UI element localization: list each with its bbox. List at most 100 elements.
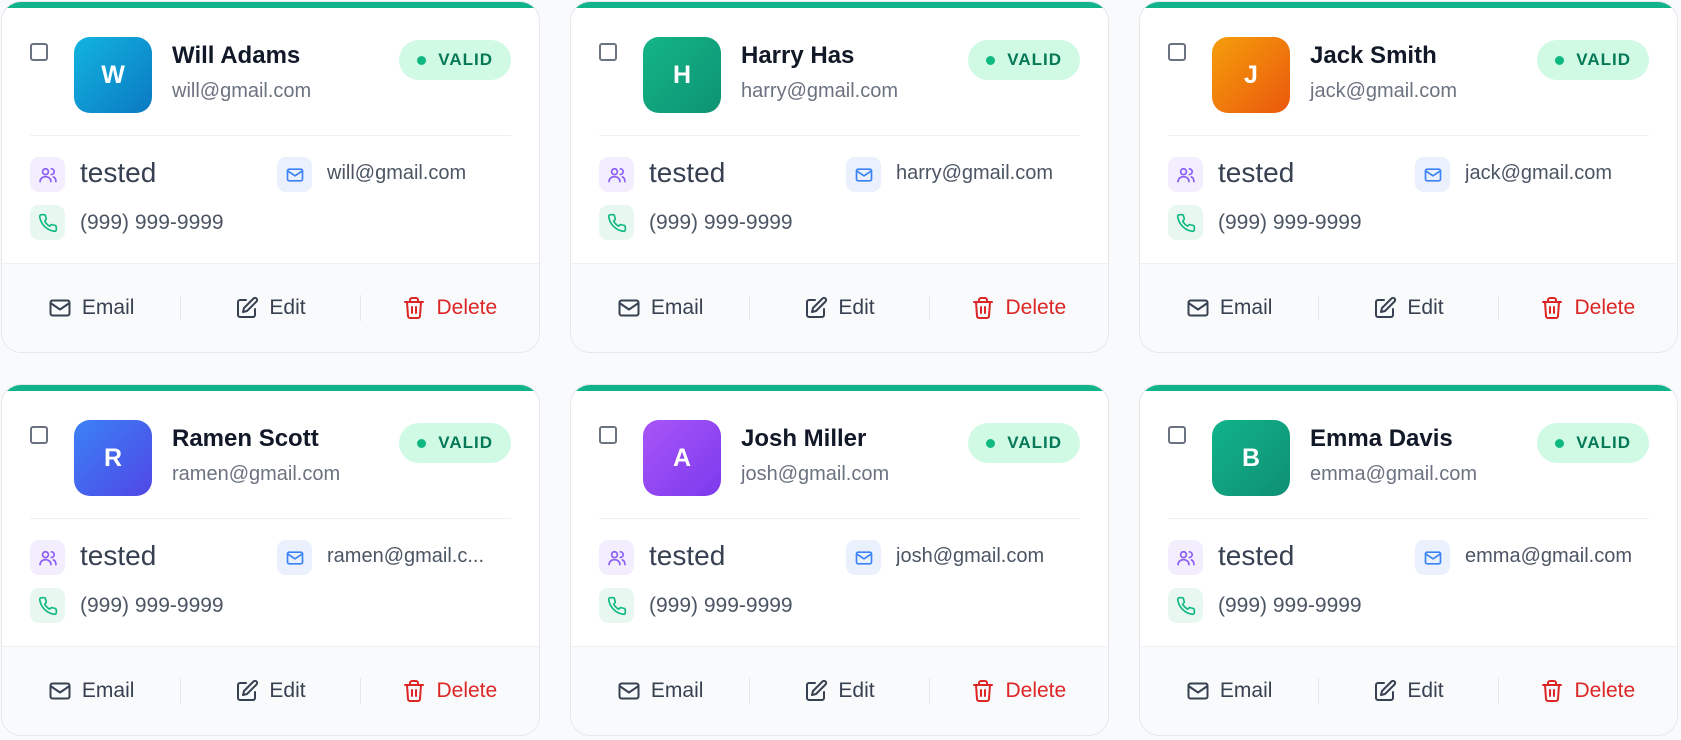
- phone-icon: [1168, 205, 1203, 240]
- card-actions: Email Edit Delete: [571, 646, 1108, 735]
- email-button[interactable]: Email: [1140, 296, 1318, 320]
- status-dot-icon: [1555, 55, 1565, 65]
- card-actions: Email Edit Delete: [1140, 646, 1677, 735]
- contact-email[interactable]: josh@gmail.com: [896, 545, 1096, 568]
- avatar: B: [1212, 420, 1290, 496]
- delete-button[interactable]: Delete: [361, 679, 539, 703]
- contact-email-header: emma@gmail.com: [1310, 463, 1478, 485]
- contact-role: tested: [1218, 157, 1295, 188]
- contact-role: tested: [80, 157, 157, 188]
- contact-email-header: jack@gmail.com: [1310, 80, 1458, 102]
- pencil-square-icon: [804, 296, 828, 320]
- mail-icon: [277, 157, 312, 192]
- mail-icon: [1186, 679, 1210, 703]
- divider: [30, 518, 511, 519]
- contact-email-header: ramen@gmail.com: [172, 463, 341, 485]
- divider: [30, 135, 511, 136]
- status-badge: VALID: [968, 40, 1080, 80]
- email-button[interactable]: Email: [571, 296, 749, 320]
- contact-email[interactable]: jack@gmail.com: [1465, 162, 1665, 185]
- pencil-square-icon: [1373, 296, 1397, 320]
- mail-icon: [48, 296, 72, 320]
- contact-email-header: will@gmail.com: [172, 80, 312, 102]
- divider: [1168, 518, 1649, 519]
- contact-phone[interactable]: (999) 999-9999: [80, 594, 224, 618]
- trash-icon: [402, 296, 426, 320]
- phone-icon: [30, 205, 65, 240]
- delete-button[interactable]: Delete: [361, 296, 539, 320]
- status-dot-icon: [986, 438, 996, 448]
- contact-name: Emma Davis: [1310, 425, 1453, 452]
- contact-card: B Emma Davis emma@gmail.com VALID tested…: [1139, 384, 1678, 736]
- contact-phone[interactable]: (999) 999-9999: [1218, 211, 1362, 235]
- status-badge: VALID: [968, 423, 1080, 463]
- mail-icon: [1415, 157, 1450, 192]
- edit-button[interactable]: Edit: [181, 296, 359, 320]
- contact-card-grid: W Will Adams will@gmail.com VALID tested…: [0, 0, 1681, 740]
- mail-icon: [48, 679, 72, 703]
- pencil-square-icon: [804, 679, 828, 703]
- contact-email[interactable]: ramen@gmail.c...: [327, 545, 527, 568]
- select-checkbox[interactable]: [599, 43, 617, 61]
- contact-card: W Will Adams will@gmail.com VALID tested…: [1, 1, 540, 353]
- edit-button[interactable]: Edit: [750, 679, 928, 703]
- contact-email[interactable]: emma@gmail.com: [1465, 545, 1665, 568]
- status-badge: VALID: [1537, 40, 1649, 80]
- mail-icon: [1186, 296, 1210, 320]
- trash-icon: [971, 296, 995, 320]
- contact-email-header: harry@gmail.com: [741, 80, 899, 102]
- email-button[interactable]: Email: [2, 679, 180, 703]
- select-checkbox[interactable]: [30, 426, 48, 444]
- status-badge: VALID: [399, 40, 511, 80]
- contact-card: J Jack Smith jack@gmail.com VALID tested…: [1139, 1, 1678, 353]
- mail-icon: [846, 157, 881, 192]
- contact-card: A Josh Miller josh@gmail.com VALID teste…: [570, 384, 1109, 736]
- contact-card: R Ramen Scott ramen@gmail.com VALID test…: [1, 384, 540, 736]
- contact-email[interactable]: will@gmail.com: [327, 162, 527, 185]
- delete-button[interactable]: Delete: [1499, 679, 1677, 703]
- contact-role: tested: [649, 157, 726, 188]
- status-badge: VALID: [1537, 423, 1649, 463]
- trash-icon: [1540, 296, 1564, 320]
- status-dot-icon: [1555, 438, 1565, 448]
- email-button[interactable]: Email: [1140, 679, 1318, 703]
- phone-icon: [30, 588, 65, 623]
- users-icon: [599, 157, 634, 192]
- select-checkbox[interactable]: [599, 426, 617, 444]
- card-actions: Email Edit Delete: [1140, 263, 1677, 352]
- email-button[interactable]: Email: [571, 679, 749, 703]
- contact-name: Will Adams: [172, 42, 301, 69]
- status-dot-icon: [986, 55, 996, 65]
- trash-icon: [971, 679, 995, 703]
- delete-button[interactable]: Delete: [930, 296, 1108, 320]
- contact-email[interactable]: harry@gmail.com: [896, 162, 1096, 185]
- contact-name: Ramen Scott: [172, 425, 319, 452]
- contact-name: Jack Smith: [1310, 42, 1437, 69]
- pencil-square-icon: [235, 296, 259, 320]
- delete-button[interactable]: Delete: [1499, 296, 1677, 320]
- select-checkbox[interactable]: [30, 43, 48, 61]
- users-icon: [599, 540, 634, 575]
- phone-icon: [599, 588, 634, 623]
- avatar: R: [74, 420, 152, 496]
- contact-phone[interactable]: (999) 999-9999: [649, 211, 793, 235]
- contact-phone[interactable]: (999) 999-9999: [1218, 594, 1362, 618]
- email-button[interactable]: Email: [2, 296, 180, 320]
- avatar: J: [1212, 37, 1290, 113]
- contact-card: H Harry Has harry@gmail.com VALID tested…: [570, 1, 1109, 353]
- contact-phone[interactable]: (999) 999-9999: [80, 211, 224, 235]
- contact-name: Josh Miller: [741, 425, 867, 452]
- select-checkbox[interactable]: [1168, 43, 1186, 61]
- delete-button[interactable]: Delete: [930, 679, 1108, 703]
- trash-icon: [402, 679, 426, 703]
- card-actions: Email Edit Delete: [2, 646, 539, 735]
- avatar: W: [74, 37, 152, 113]
- edit-button[interactable]: Edit: [1319, 679, 1497, 703]
- edit-button[interactable]: Edit: [1319, 296, 1497, 320]
- edit-button[interactable]: Edit: [750, 296, 928, 320]
- select-checkbox[interactable]: [1168, 426, 1186, 444]
- edit-button[interactable]: Edit: [181, 679, 359, 703]
- phone-icon: [599, 205, 634, 240]
- contact-phone[interactable]: (999) 999-9999: [649, 594, 793, 618]
- mail-icon: [846, 540, 881, 575]
